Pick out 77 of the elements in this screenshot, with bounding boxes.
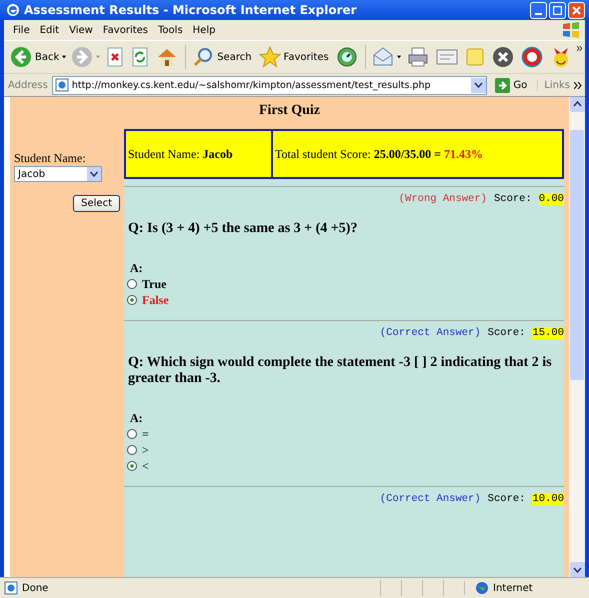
browser-logo-icon [6,3,20,17]
links-button[interactable]: Links [537,80,570,90]
search-icon [192,46,214,68]
question-text: Q: Is (3 + 4) +5 the same as 3 + (4 +5)? [127,221,358,237]
radio-button[interactable] [127,445,137,455]
more-chevron-icon[interactable] [576,45,582,52]
favorites-button[interactable]: Favorites [256,46,331,68]
printer-icon [406,46,429,68]
edit-button[interactable] [434,47,460,67]
refresh-icon [130,47,148,67]
radio-button[interactable] [127,461,137,471]
address-label: Address [8,80,48,90]
close-button[interactable] [568,2,585,18]
search-button[interactable]: Search [190,46,254,68]
zone-text: Internet [493,582,533,594]
score-value: 0.00 [538,193,564,205]
score-value: 10.00 [532,493,564,505]
menu-item[interactable]: Tools [153,24,188,36]
document-icon [436,47,458,67]
stop-icon [106,47,124,67]
close-icon [572,6,581,14]
cross-circle-icon [492,46,514,68]
score-value: 15.00 [532,327,564,339]
select-button[interactable]: Select [73,195,120,212]
page-heading: First Quiz [258,103,322,119]
ring-icon [520,46,543,68]
address-field[interactable]: http://monkey.cs.kent.edu/~salshomr/kimpton/assessment/test_results.php [52,76,488,94]
maximize-button[interactable] [549,2,566,18]
result-label: (Wrong Answer) [398,193,487,205]
student-select[interactable]: Jacob [14,166,102,182]
dial-icon [336,46,358,68]
menu-item[interactable]: Favorites [98,24,154,36]
result-label: (Correct Answer) [380,493,481,505]
table-cell: Total student Score: 25.00/35.00 = [275,146,441,162]
minimize-button[interactable] [530,2,547,18]
windows-flag-icon [561,21,581,39]
dropdown-arrow-icon[interactable] [397,55,402,59]
score-label: Score: [488,327,526,339]
scrollbar[interactable] [569,97,585,577]
score-label: Score: [488,493,526,505]
menu-item[interactable]: Edit [34,24,64,36]
page-icon [4,581,18,595]
back-button[interactable]: Back [8,46,62,68]
right-arrow-icon [495,78,510,92]
envelope-icon [372,46,394,68]
status-text: Done [22,582,48,594]
globe-icon [475,581,489,595]
option-label: < [142,458,149,474]
answer-label: A: [129,261,144,276]
home-icon [156,47,178,67]
percent-value: 71.43% [444,146,483,162]
radio-button[interactable] [127,429,137,439]
result-label: (Correct Answer) [380,327,481,339]
dropdown-button[interactable] [471,78,486,92]
student-name-label: Student Name: [14,151,86,166]
star-icon [258,46,281,68]
menu-item[interactable]: File [8,24,35,36]
page-icon [54,78,69,92]
dropdown-arrow-icon[interactable] [62,55,66,59]
answer-label: A: [129,411,144,426]
window-title: Assessment Results - Microsoft Internet Explorer [24,3,358,17]
note-icon [464,47,485,67]
score-label: Score: [494,193,532,205]
radio-button[interactable] [127,279,137,289]
menu-item[interactable]: Help [188,24,220,36]
option-label: = [142,426,149,442]
menu-item[interactable]: View [64,24,98,36]
option-label: > [142,442,149,458]
maximize-icon [553,6,562,14]
table-cell: Student Name: Jacob [128,146,233,162]
more-chevron-icon[interactable] [574,82,582,88]
minimize-icon [535,12,542,14]
go-button[interactable]: Go [491,78,534,92]
option-label: True [142,276,166,292]
question-text: Q: Which sign would complete the statement -3 [ ] 2 indicating that 2 is greater than -3. [127,355,553,387]
option-label: False [142,292,169,308]
radio-button[interactable] [127,295,137,305]
